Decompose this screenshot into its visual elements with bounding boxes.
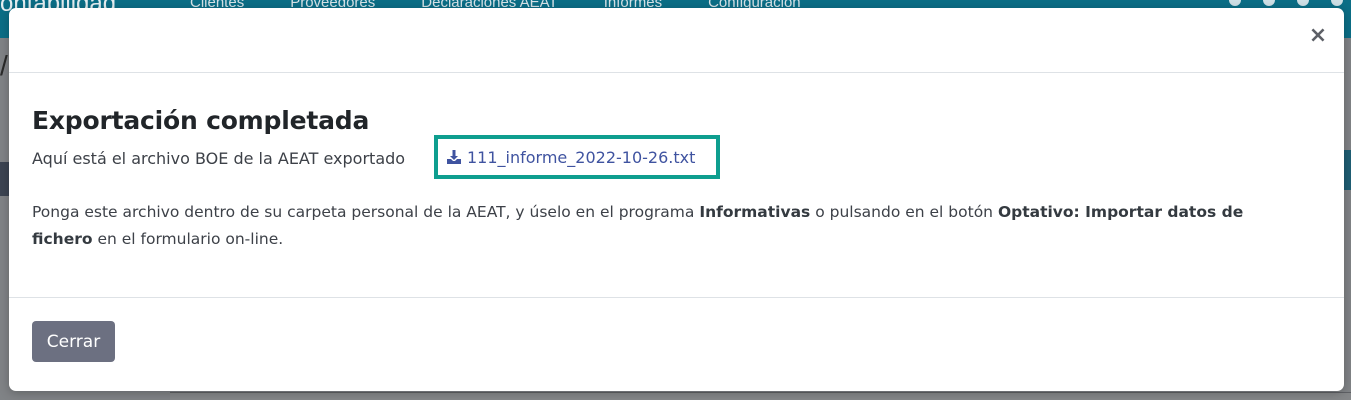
download-icon: [446, 149, 462, 165]
desc-part-3: en el formulario on-line.: [92, 230, 284, 248]
navbar-icon: [1297, 0, 1309, 6]
navbar-icon: [1229, 0, 1241, 6]
desc-bold-informativas: Informativas: [699, 203, 811, 221]
desc-part-2: o pulsando en el botón: [810, 203, 998, 221]
file-link-highlight: 111_informe_2022-10-26.txt: [434, 135, 720, 179]
file-intro-text: Aquí está el archivo BOE de la AEAT expo…: [32, 149, 406, 168]
navbar-icon: [1263, 0, 1275, 6]
modal-body: Exportación completada Aquí está el arch…: [9, 73, 1344, 298]
file-name: 111_informe_2022-10-26.txt: [467, 147, 696, 167]
modal-footer: Cerrar: [9, 298, 1344, 390]
close-button[interactable]: Cerrar: [32, 321, 115, 362]
background-table-row: [170, 392, 1351, 400]
background-right-strip: [1343, 150, 1351, 190]
desc-part-1: Ponga este archivo dentro de su carpeta …: [32, 203, 700, 221]
navbar-icons: [1229, 0, 1343, 6]
close-icon[interactable]: ×: [1308, 25, 1328, 47]
modal-header: ×: [9, 8, 1344, 73]
background-breadcrumb-fragment: /: [0, 50, 8, 81]
instructions-text: Ponga este archivo dentro de su carpeta …: [32, 199, 1302, 253]
navbar-icon: [1331, 0, 1343, 6]
export-modal: × Exportación completada Aquí está el ar…: [9, 8, 1344, 391]
download-file-link[interactable]: 111_informe_2022-10-26.txt: [446, 148, 695, 167]
modal-title: Exportación completada: [32, 106, 370, 135]
